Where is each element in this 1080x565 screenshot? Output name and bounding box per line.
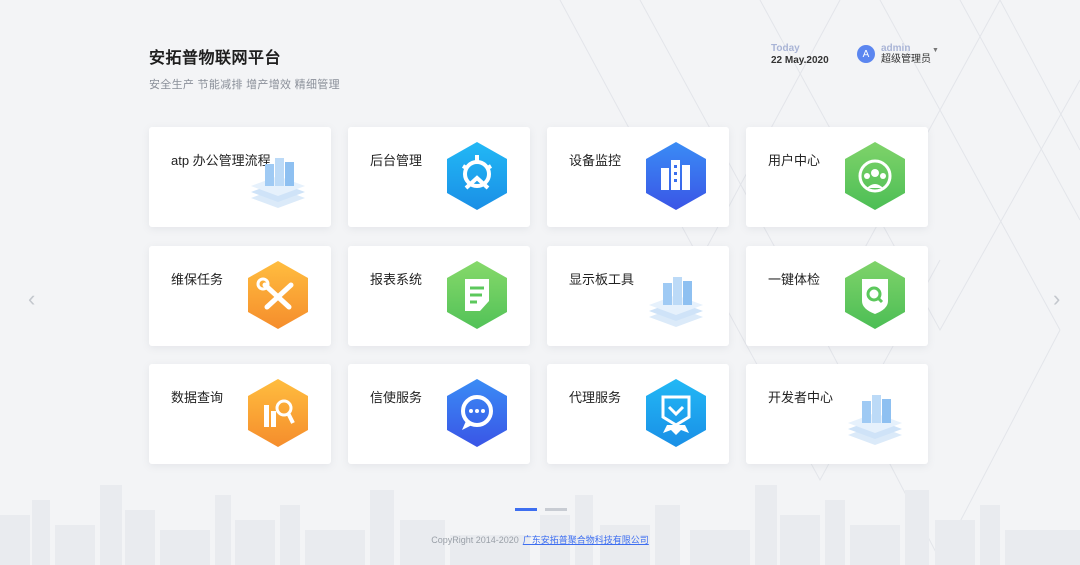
page-dot-1[interactable]: [515, 508, 537, 511]
today-label: Today: [771, 43, 800, 54]
app-card-data-query[interactable]: 数据查询: [149, 364, 331, 464]
footer: CopyRight 2014-2020 广东安拓普聚合物科技有限公司: [0, 533, 1080, 546]
app-card-label: 维保任务: [171, 272, 224, 287]
page-title: 安拓普物联网平台: [149, 50, 282, 67]
app-card-label: 一键体检: [768, 272, 821, 287]
page-dot-2[interactable]: [545, 508, 567, 511]
prev-page-arrow-icon[interactable]: ‹: [28, 288, 35, 310]
app-card-user-center[interactable]: 用户中心: [746, 127, 928, 227]
app-card-display-tools[interactable]: 显示板工具: [547, 246, 729, 346]
search-data-hex-icon: [248, 379, 308, 447]
app-card-developer-center[interactable]: 开发者中心: [746, 364, 928, 464]
app-card-reports[interactable]: 报表系统: [348, 246, 530, 346]
next-page-arrow-icon[interactable]: ›: [1053, 288, 1060, 310]
buildings-hex-icon: [646, 142, 706, 210]
copyright-text: CopyRight 2014-2020: [431, 535, 519, 545]
user-role: 超级管理员: [881, 54, 931, 65]
users-hex-icon: [845, 142, 905, 210]
shield-search-hex-icon: [845, 261, 905, 329]
app-card-label: 设备监控: [569, 153, 622, 168]
building-stack-icon: [649, 277, 703, 327]
app-card-label: 数据查询: [171, 390, 224, 405]
app-card-label: 用户中心: [768, 153, 821, 168]
user-menu[interactable]: A admin 超级管理员 ▼: [857, 44, 939, 65]
app-grid: atp 办公管理流程 后台管理 设备监控 用户中心 维保任务 报表系统 显示板工…: [149, 127, 928, 465]
city-skyline: [0, 485, 1080, 565]
pagination: [515, 508, 567, 511]
app-card-label: 信使服务: [370, 390, 423, 405]
user-name: admin: [881, 43, 911, 54]
gear-hex-icon: [447, 142, 507, 210]
app-card-office-flow[interactable]: atp 办公管理流程: [149, 127, 331, 227]
app-card-label: 代理服务: [569, 390, 622, 405]
building-stack-icon: [251, 158, 305, 208]
app-card-maintenance[interactable]: 维保任务: [149, 246, 331, 346]
app-card-label: 显示板工具: [569, 272, 635, 287]
app-card-label: 开发者中心: [768, 390, 834, 405]
building-stack-icon: [848, 395, 902, 445]
document-hex-icon: [447, 261, 507, 329]
company-link[interactable]: 广东安拓普聚合物科技有限公司: [523, 535, 649, 545]
date-display: Today 22 May.2020: [771, 44, 829, 66]
app-card-label: 报表系统: [370, 272, 423, 287]
app-card-label: 后台管理: [370, 153, 423, 168]
chat-hex-icon: [447, 379, 507, 447]
app-card-messenger[interactable]: 信使服务: [348, 364, 530, 464]
page-subtitle: 安全生产 节能减排 增产增效 精细管理: [149, 79, 340, 91]
app-card-health-check[interactable]: 一键体检: [746, 246, 928, 346]
chevron-down-icon[interactable]: ▼: [932, 47, 939, 54]
avatar[interactable]: A: [857, 45, 875, 63]
app-card-device-monitor[interactable]: 设备监控: [547, 127, 729, 227]
today-date: 22 May.2020: [771, 55, 829, 66]
app-card-admin[interactable]: 后台管理: [348, 127, 530, 227]
app-card-agent-service[interactable]: 代理服务: [547, 364, 729, 464]
brand: 安拓普物联网平台 安全生产 节能减排 增产增效 精细管理: [149, 44, 340, 92]
badge-hex-icon: [646, 379, 706, 447]
wrench-hex-icon: [248, 261, 308, 329]
